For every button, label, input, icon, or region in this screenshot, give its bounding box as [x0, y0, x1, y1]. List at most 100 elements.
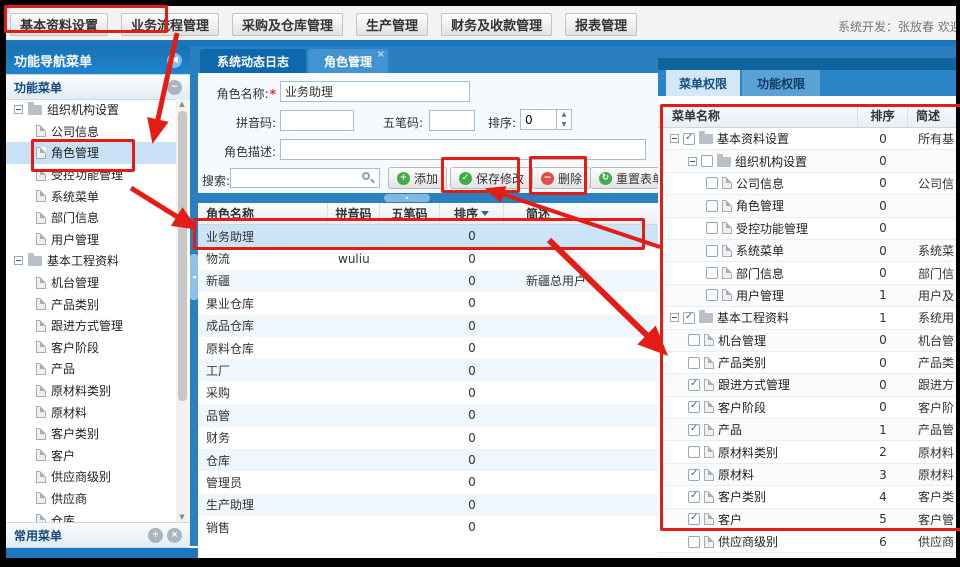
checkbox[interactable]: [688, 424, 700, 436]
add-button[interactable]: 添加: [388, 167, 447, 189]
delete-button[interactable]: 删除: [532, 167, 591, 189]
sidebar-tree-item[interactable]: 产品类别: [6, 293, 176, 315]
role-table-row[interactable]: 业务助理 0: [198, 225, 658, 247]
sidebar-footer-bar[interactable]: 常用菜单 + ×: [6, 522, 190, 548]
sidebar-tree-item[interactable]: 原材料类别: [6, 380, 176, 402]
sidebar-collapse-icon[interactable]: ◀: [167, 53, 182, 68]
tab-function-permissions[interactable]: 功能权限: [742, 70, 820, 96]
sort-input[interactable]: [521, 110, 556, 129]
top-menu-item[interactable]: 生产管理: [356, 13, 428, 36]
sidebar-tree-item[interactable]: 角色管理: [6, 142, 176, 164]
role-table-row[interactable]: 品管 0: [198, 404, 658, 426]
permission-tree-item[interactable]: 公司信息 0 公司信: [658, 173, 956, 195]
sidebar-tree-item[interactable]: 原材料: [6, 401, 176, 423]
expander-icon[interactable]: [670, 134, 679, 143]
role-table-row[interactable]: 成品仓库 0: [198, 315, 658, 337]
checkbox[interactable]: [706, 289, 718, 301]
permission-tree-item[interactable]: 客户阶段 0 客户阶: [658, 397, 956, 419]
pinyin-input[interactable]: [280, 110, 354, 131]
tab-system-log[interactable]: 系统动态日志: [200, 49, 306, 73]
permission-tree-item[interactable]: 组织机构设置 0: [658, 150, 956, 172]
reset-form-button[interactable]: 重置表单: [590, 167, 658, 189]
permission-tree-item[interactable]: 产品类别 0 产品类: [658, 352, 956, 374]
spinner-down-icon[interactable]: [557, 120, 571, 130]
sidebar-tree-item[interactable]: 受控功能管理: [6, 164, 176, 186]
permission-tree-item[interactable]: 客户类别 4 客户类: [658, 486, 956, 508]
sidebar-tree-item[interactable]: 产品: [6, 358, 176, 380]
role-table-row[interactable]: 管理员 0: [198, 471, 658, 493]
sidebar-tree-item[interactable]: 基本工程资料: [6, 250, 176, 272]
expander-icon[interactable]: [670, 313, 679, 322]
col-desc[interactable]: 简述: [504, 203, 658, 224]
checkbox[interactable]: [688, 446, 700, 458]
col-pinyin[interactable]: 拼音码: [328, 203, 380, 224]
top-menu-item[interactable]: 采购及仓库管理: [232, 13, 343, 36]
role-table-row[interactable]: 生产助理 0: [198, 494, 658, 516]
permission-tree-item[interactable]: 角色管理 0: [658, 195, 956, 217]
permission-tree-item[interactable]: 客户 5 客户管: [658, 509, 956, 531]
search-icon[interactable]: [362, 172, 370, 180]
role-table-row[interactable]: 原料仓库 0: [198, 337, 658, 359]
col-wubi[interactable]: 五笔码: [380, 203, 440, 224]
checkbox[interactable]: [688, 469, 700, 481]
form-grid-splitter[interactable]: [198, 193, 658, 203]
checkbox[interactable]: [688, 401, 700, 413]
expander-icon[interactable]: [14, 105, 23, 114]
scroll-down-icon[interactable]: ▼: [176, 512, 188, 522]
tab-role-management[interactable]: 角色管理: [308, 49, 388, 73]
checkbox[interactable]: [688, 334, 700, 346]
add-favorite-icon[interactable]: +: [148, 528, 163, 543]
sidebar-tree-item[interactable]: 客户类别: [6, 423, 176, 445]
col-menu-sort[interactable]: 排序: [858, 104, 908, 127]
sidebar-tree-item[interactable]: 供应商级别: [6, 466, 176, 488]
sidebar-tree-item[interactable]: 供应商: [6, 488, 176, 510]
role-table-row[interactable]: 新疆 0 新疆总用户: [198, 270, 658, 292]
checkbox[interactable]: [688, 357, 700, 369]
tab-menu-permissions[interactable]: 菜单权限: [666, 70, 740, 96]
checkbox[interactable]: [706, 200, 718, 212]
permission-tree-item[interactable]: 基本资料设置 0 所有基: [658, 128, 956, 150]
save-button[interactable]: 保存修改: [450, 167, 533, 189]
checkbox[interactable]: [688, 513, 700, 525]
search-input[interactable]: [230, 168, 380, 188]
expander-icon[interactable]: [688, 157, 697, 166]
permission-tree-item[interactable]: 用户管理 1 用户及: [658, 285, 956, 307]
role-table-row[interactable]: 仓库 0: [198, 449, 658, 471]
top-menu-item[interactable]: 财务及收款管理: [441, 13, 552, 36]
role-table-row[interactable]: 财务 0: [198, 427, 658, 449]
sidebar-tree-item[interactable]: 客户阶段: [6, 337, 176, 359]
top-menu-item[interactable]: 业务流程管理: [121, 13, 219, 36]
permission-tree-item[interactable]: 基本工程资料 1 系统用: [658, 307, 956, 329]
permission-tree-item[interactable]: 产品 1 产品管: [658, 419, 956, 441]
scrollbar-thumb[interactable]: [178, 111, 187, 401]
permission-tree-item[interactable]: 系统菜单 0 系统菜: [658, 240, 956, 262]
permission-tree-item[interactable]: 原材料 3 原材料: [658, 464, 956, 486]
sidebar-scrollbar[interactable]: ▲ ▼: [176, 99, 188, 522]
checkbox[interactable]: [683, 133, 695, 145]
splitter-collapse-icon[interactable]: [190, 254, 198, 300]
sidebar-splitter[interactable]: [190, 46, 198, 546]
role-table-row[interactable]: 工厂 0: [198, 359, 658, 381]
permission-tree-item[interactable]: 跟进方式管理 0 跟进方: [658, 374, 956, 396]
sidebar-tree-item[interactable]: 仓库: [6, 509, 176, 522]
sidebar-tree-item[interactable]: 部门信息: [6, 207, 176, 229]
col-menu-name[interactable]: 菜单名称: [658, 104, 858, 127]
sidebar-section-bar[interactable]: 功能菜单 −: [6, 74, 190, 100]
role-name-input[interactable]: [280, 81, 470, 102]
checkbox[interactable]: [688, 536, 700, 548]
checkbox[interactable]: [683, 312, 695, 324]
scroll-up-icon[interactable]: ▲: [176, 99, 188, 109]
role-desc-input[interactable]: [280, 139, 646, 160]
sidebar-tree-item[interactable]: 客户: [6, 445, 176, 467]
checkbox[interactable]: [706, 222, 718, 234]
col-sort[interactable]: 排序: [440, 203, 504, 224]
col-role-name[interactable]: 角色名称: [198, 203, 328, 224]
sidebar-tree-item[interactable]: 系统菜单: [6, 185, 176, 207]
permission-tree-item[interactable]: 部门信息 0 部门信: [658, 262, 956, 284]
role-table-row[interactable]: 采购 0: [198, 382, 658, 404]
checkbox[interactable]: [706, 267, 718, 279]
expander-icon[interactable]: [14, 256, 23, 265]
permission-tree-item[interactable]: 原材料类别 2 原材料: [658, 441, 956, 463]
top-menu-item[interactable]: 报表管理: [565, 13, 637, 36]
checkbox[interactable]: [706, 177, 718, 189]
